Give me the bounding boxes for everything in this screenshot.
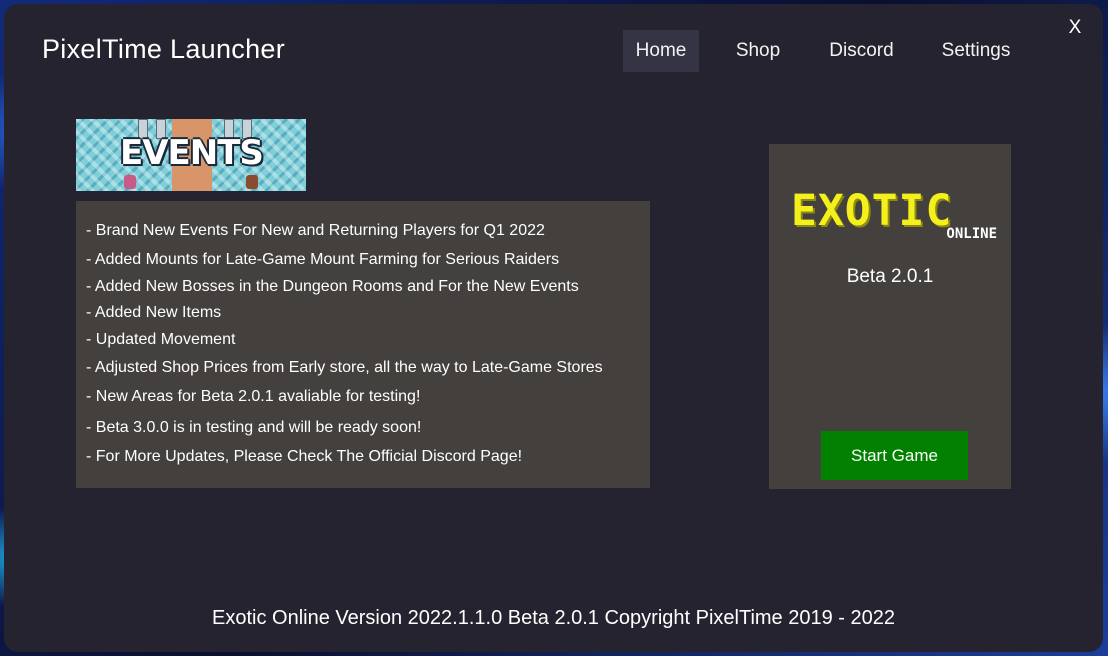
patch-note: - For More Updates, Please Check The Off… bbox=[86, 448, 523, 465]
close-button[interactable]: X bbox=[1064, 16, 1086, 40]
exotic-online-logo: EXOTIC ONLINE bbox=[791, 186, 997, 244]
patch-note: - Added New Bosses in the Dungeon Rooms … bbox=[86, 278, 579, 295]
start-game-button[interactable]: Start Game bbox=[821, 431, 968, 480]
banner-character-sprite bbox=[124, 175, 136, 189]
patch-notes-panel: - Brand New Events For New and Returning… bbox=[76, 201, 650, 488]
game-version: Beta 2.0.1 bbox=[846, 266, 934, 287]
events-banner: EVENTS bbox=[76, 119, 306, 191]
game-card: EXOTIC ONLINE Beta 2.0.1 Start Game bbox=[769, 144, 1011, 489]
patch-note: - Beta 3.0.0 is in testing and will be r… bbox=[86, 419, 422, 436]
footer-copyright: Exotic Online Version 2022.1.1.0 Beta 2.… bbox=[212, 607, 895, 629]
logo-main-text: EXOTIC bbox=[791, 186, 953, 236]
banner-character-sprite bbox=[246, 175, 258, 189]
patch-note: - Added Mounts for Late-Game Mount Farmi… bbox=[86, 251, 560, 268]
patch-note: - New Areas for Beta 2.0.1 avaliable for… bbox=[86, 388, 421, 405]
nav-settings[interactable]: Settings bbox=[926, 30, 1026, 72]
patch-note: - Added New Items bbox=[86, 304, 222, 321]
patch-note: - Updated Movement bbox=[86, 331, 236, 348]
nav-discord[interactable]: Discord bbox=[814, 30, 909, 72]
logo-sub-text: ONLINE bbox=[946, 226, 997, 242]
nav-home[interactable]: Home bbox=[623, 30, 699, 72]
events-banner-text: EVENTS bbox=[120, 133, 264, 173]
patch-note: - Adjusted Shop Prices from Early store,… bbox=[86, 359, 603, 376]
patch-note: - Brand New Events For New and Returning… bbox=[86, 222, 545, 239]
app-title: PixelTime Launcher bbox=[42, 34, 286, 64]
launcher-window: PixelTime Launcher Home Shop Discord Set… bbox=[4, 4, 1103, 652]
nav-shop[interactable]: Shop bbox=[721, 30, 795, 72]
